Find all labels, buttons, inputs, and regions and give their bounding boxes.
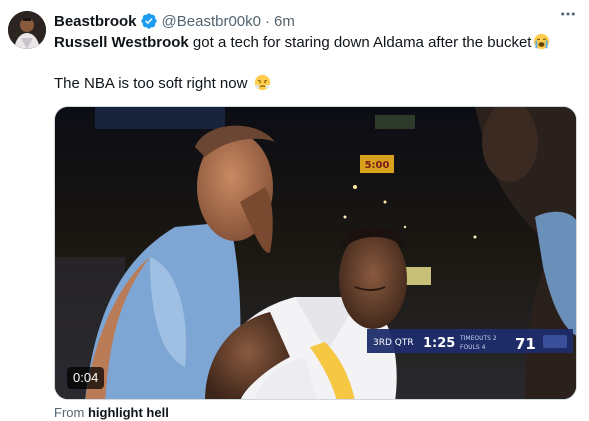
tweet-line-1-text: got a tech for staring down Aldama after…	[188, 34, 532, 51]
author-handle[interactable]: @Beastbr00k0	[162, 13, 261, 30]
scoreboard-clock: 1:25	[423, 336, 455, 351]
scoreboard-timeouts: TIMEOUTS 2	[459, 335, 497, 342]
video-frame: 5:00 3RD QTR 1:25 TIMEOUTS 2 FOULS 4 71	[55, 107, 576, 399]
loudly-crying-face-icon	[533, 33, 550, 50]
tweet-text: Russell Westbrook got a tech for staring…	[54, 33, 579, 94]
tweet-mention: Russell Westbrook	[54, 34, 189, 51]
source-prefix: From	[54, 405, 88, 420]
scoreboard-fouls: FOULS 4	[460, 344, 486, 351]
timestamp[interactable]: 6m	[274, 13, 295, 30]
scoreboard-quarter: 3RD QTR	[373, 338, 414, 348]
tweet-line-2: The NBA is too soft right now	[54, 74, 579, 94]
video-duration-badge: 0:04	[67, 367, 105, 389]
team-logo-icon	[543, 335, 567, 348]
video-player[interactable]: 5:00 3RD QTR 1:25 TIMEOUTS 2 FOULS 4 71	[54, 106, 577, 400]
author-display-name[interactable]: Beastbrook	[54, 13, 137, 30]
avatar[interactable]	[8, 11, 46, 49]
verified-badge-icon	[140, 12, 158, 30]
source-attribution: From highlight hell	[54, 405, 169, 420]
arena-sign-text: 5:00	[365, 160, 390, 171]
more-options-icon[interactable]	[555, 4, 581, 24]
source-link[interactable]: highlight hell	[88, 405, 169, 420]
tweet-line-1: Russell Westbrook got a tech for staring…	[54, 33, 579, 53]
avatar-image	[8, 11, 46, 49]
separator-dot: ·	[264, 12, 270, 30]
face-with-steam-from-nose-icon	[254, 74, 271, 91]
scoreboard-score: 71	[515, 335, 536, 353]
tweet-header: Beastbrook @Beastbr00k0 · 6m	[54, 11, 577, 31]
tweet-line-2-text: The NBA is too soft right now	[54, 75, 248, 92]
